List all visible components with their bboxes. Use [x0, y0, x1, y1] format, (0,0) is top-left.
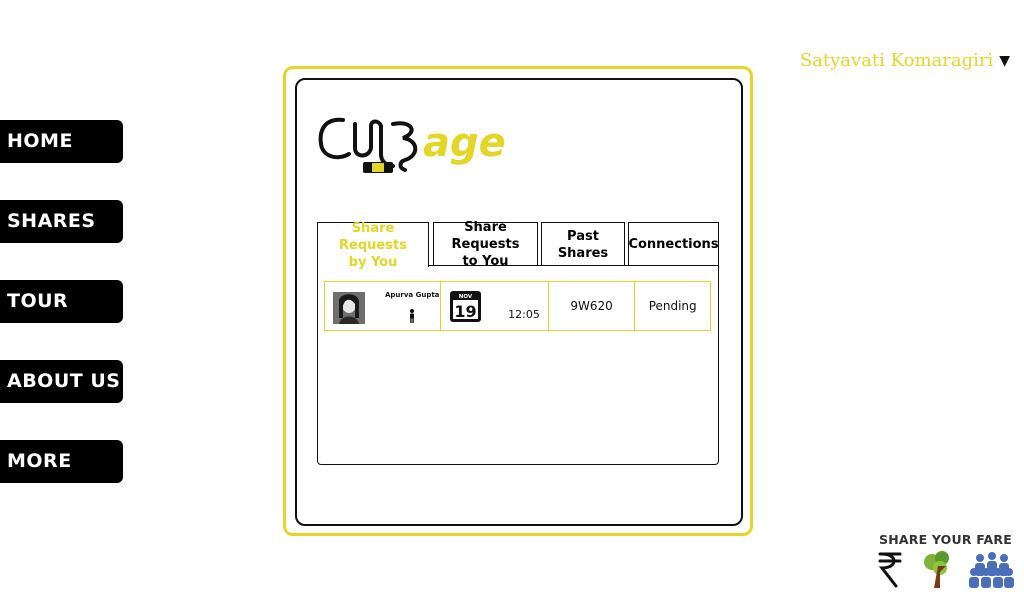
rupee-icon	[878, 552, 902, 588]
nav-home-button[interactable]: HOME	[0, 120, 123, 163]
people-group-icon	[969, 552, 1014, 588]
footer-icons	[878, 551, 1014, 588]
tab-panel: Apurva Gupta NOV 19 12:05 9W620 Pending	[317, 265, 719, 465]
calendar-month: NOV	[459, 294, 473, 300]
calendar-day: 19	[455, 302, 477, 321]
flight-number: 9W620	[570, 299, 613, 313]
nav-more-button[interactable]: MORE	[0, 440, 123, 483]
requester-name: Apurva Gupta	[385, 291, 440, 299]
tab-share-requests-to-you[interactable]: Share Requests to You	[433, 220, 538, 269]
status-cell: Pending	[635, 282, 710, 330]
tab-label-line1: Share Requests	[339, 220, 407, 253]
main-card: age Share Requests by You Share Requests t…	[295, 78, 743, 526]
footer-brand: SHARE YOUR FARE	[876, 530, 1016, 592]
date-time-cell: NOV 19 12:05	[441, 282, 549, 330]
chevron-down-icon[interactable]: ▼	[999, 53, 1010, 69]
tree-icon	[924, 551, 949, 588]
tab-label-line1: Share Requests	[451, 220, 520, 252]
flight-cell: 9W620	[549, 282, 636, 330]
share-request-row[interactable]: Apurva Gupta NOV 19 12:05 9W620 Pending	[324, 281, 711, 331]
footer-title: SHARE YOUR FARE	[879, 532, 1012, 547]
tab-label-line2: by You	[348, 254, 398, 270]
tab-share-requests-by-you[interactable]: Share Requests by You	[317, 220, 429, 270]
logo-cord-icon: age	[318, 117, 506, 173]
nav-shares-button[interactable]: SHARES	[0, 200, 123, 243]
requester-cell: Apurva Gupta	[325, 282, 442, 330]
share-time: 12:05	[508, 308, 540, 321]
calendar-icon: NOV 19	[450, 291, 482, 322]
main-nav: HOME SHARES TOUR ABOUT US MORE	[0, 120, 123, 520]
nav-about-button[interactable]: ABOUT US	[0, 360, 123, 403]
user-name: Satyavati Komaragiri	[799, 50, 994, 71]
tab-past-shares[interactable]: Past Shares	[541, 222, 625, 266]
app-logo: age	[315, 110, 506, 180]
person-icon	[410, 309, 414, 323]
tab-connections[interactable]: Connections	[628, 222, 719, 266]
user-menu[interactable]: Satyavati Komaragiri ▼	[800, 50, 1010, 71]
avatar	[333, 292, 365, 324]
main-card-frame: age Share Requests by You Share Requests t…	[283, 66, 753, 536]
status-badge: Pending	[648, 299, 697, 313]
logo-text: age	[423, 120, 505, 166]
nav-tour-button[interactable]: TOUR	[0, 280, 123, 323]
